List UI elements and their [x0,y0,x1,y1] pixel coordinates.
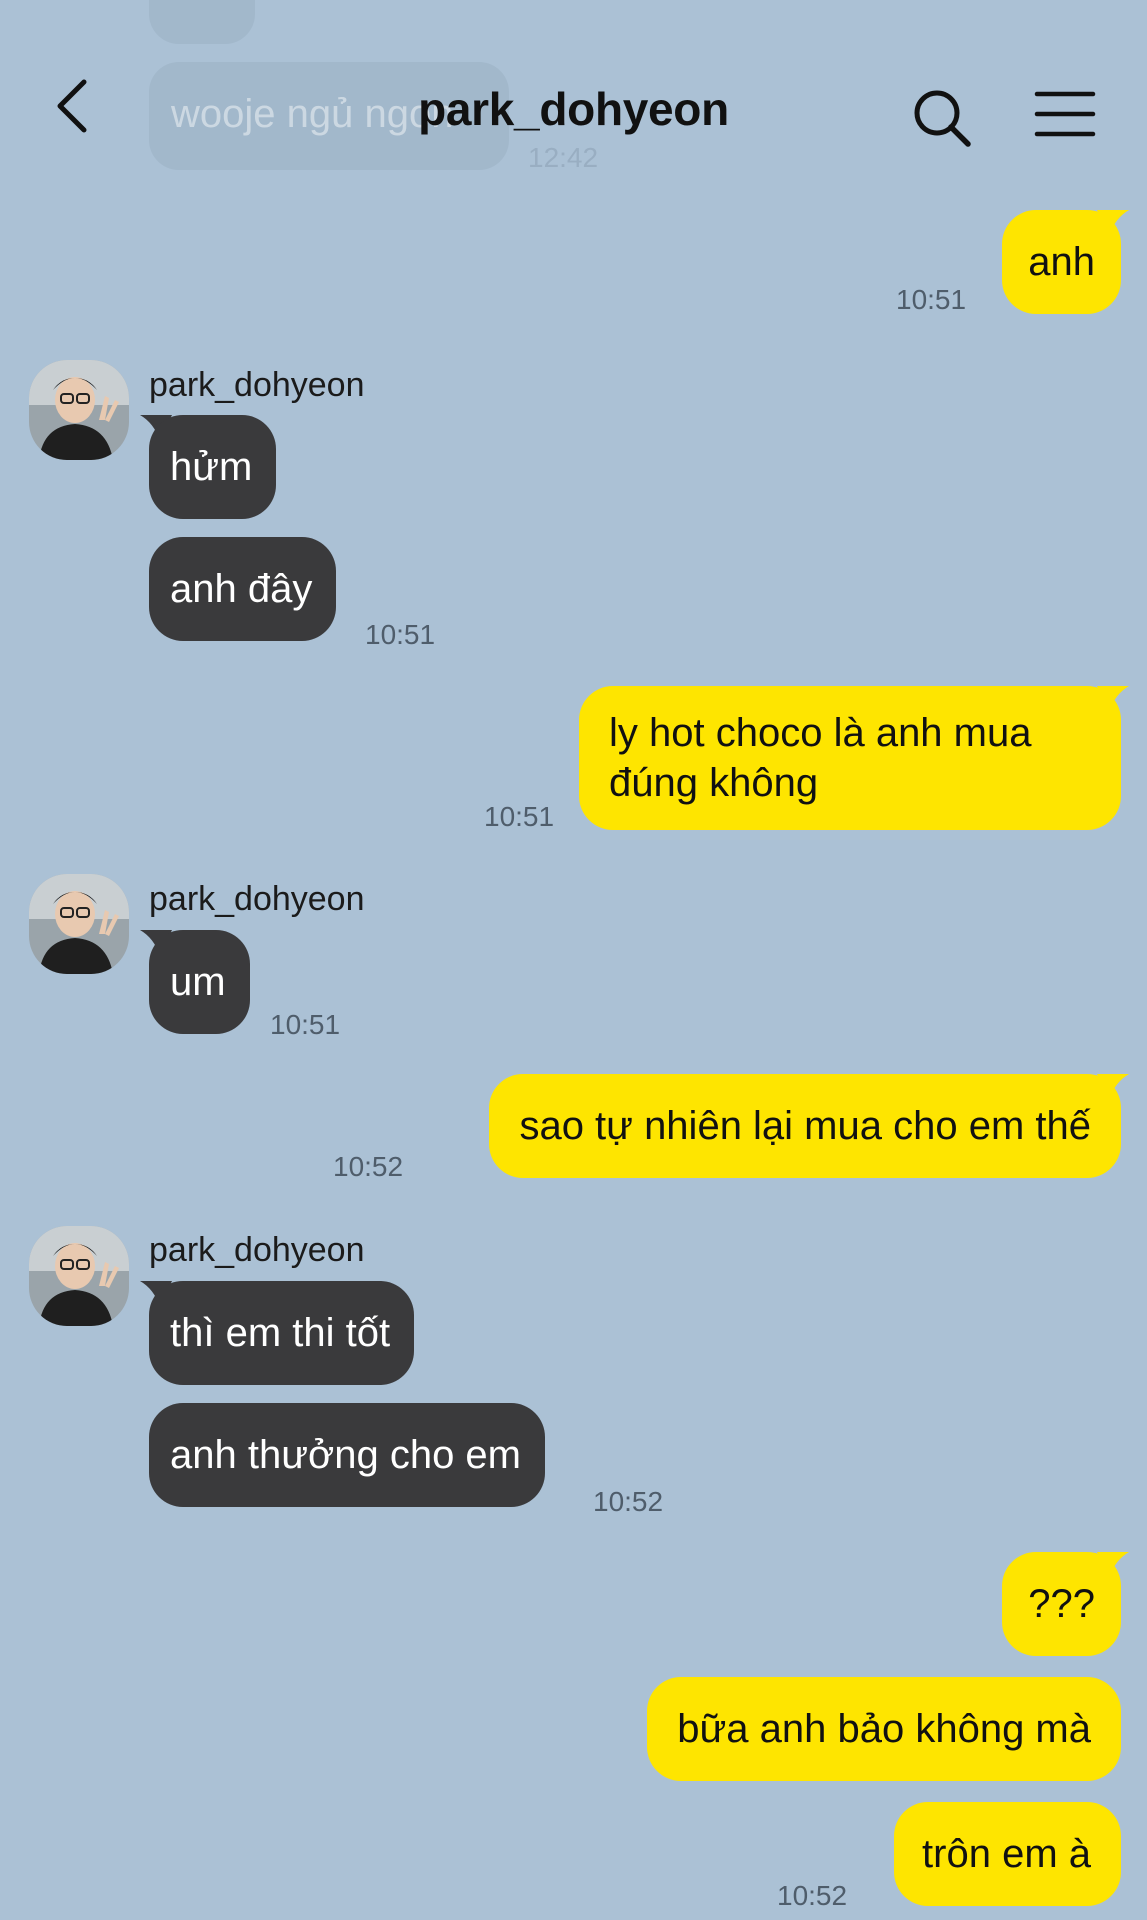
their-message-bubble[interactable]: hửm [149,415,277,519]
avatar[interactable] [29,874,129,974]
sender-name: park_dohyeon [149,1231,365,1269]
profile-photo [29,360,129,460]
bubble-tail [1097,1552,1129,1578]
faded-message-bubble [149,0,255,44]
my-message-bubble[interactable]: ly hot choco là anh mua đúng không [579,686,1121,830]
my-message-bubble[interactable]: sao tự nhiên lại mua cho em thế [489,1074,1121,1178]
their-message-bubble[interactable]: anh đây [149,537,337,641]
message-time: 10:52 [777,1880,848,1911]
their-message-bubble[interactable]: thì em thi tốt [149,1281,415,1385]
my-message-bubble[interactable]: trôn em à [894,1802,1121,1906]
avatar[interactable] [29,360,129,460]
message-time: 10:51 [484,801,555,832]
bubble-tail [1097,686,1129,712]
their-message-bubble[interactable]: anh thưởng cho em [149,1403,545,1507]
search-icon [914,90,971,147]
profile-photo [29,1226,129,1326]
search-button[interactable] [912,88,974,150]
message-time: 10:51 [365,619,436,650]
chat-title: park_dohyeon [418,83,729,135]
menu-button[interactable] [1034,90,1096,140]
message-time: 10:52 [593,1486,664,1517]
profile-photo [29,874,129,974]
sender-name: park_dohyeon [149,880,365,918]
bubble-tail [1097,210,1129,236]
hamburger-menu-icon [1034,91,1096,137]
avatar[interactable] [29,1226,129,1326]
sender-name: park_dohyeon [149,366,365,404]
bubble-tail [1097,1074,1129,1100]
my-message-bubble[interactable]: bữa anh bảo không mà [647,1677,1121,1781]
message-time: 10:52 [333,1151,404,1182]
their-message-bubble[interactable]: um [149,930,250,1034]
message-time: 10:51 [270,1009,341,1040]
chat-header: park_dohyeon [0,60,1147,150]
message-time: 10:51 [896,284,967,315]
